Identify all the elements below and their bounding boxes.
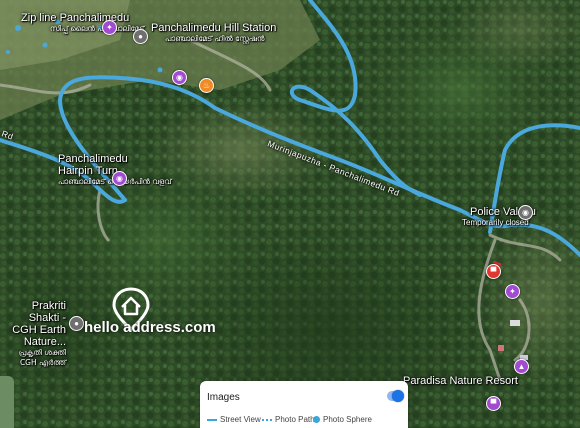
sphere-icon xyxy=(313,416,320,423)
place-label-paradisa: Paradisa Nature Resort xyxy=(403,375,518,387)
food-icon[interactable]: ♨ xyxy=(199,78,214,93)
hotel-icon[interactable]: ▀ xyxy=(486,396,501,411)
pin-icon[interactable]: ● xyxy=(69,316,84,331)
hotel-icon[interactable]: ▀ xyxy=(486,264,501,279)
camera-icon[interactable]: ◉ xyxy=(112,171,127,186)
watermark-text: hello address.com xyxy=(84,319,216,336)
pin-icon[interactable]: ● xyxy=(133,29,148,44)
place-label-zipline: Zip line Panchalimedu സിപ്പ് ലൈൻ പാഞ്ചാല… xyxy=(21,12,145,33)
place-label-prakriti-shakti: Prakriti Shakti - CGH Earth Nature... പ്… xyxy=(12,300,66,367)
legend-street-view: Street View xyxy=(207,415,261,424)
camera-icon[interactable]: ◉ xyxy=(518,205,533,220)
toggle-knob xyxy=(392,390,404,402)
activity-icon[interactable]: ✦ xyxy=(505,284,520,299)
map-control-edge[interactable] xyxy=(0,376,14,428)
viewpoint-icon[interactable]: ▲ xyxy=(514,359,529,374)
legend-photo-path: Photo Path xyxy=(262,415,315,424)
images-legend: Images Street View Photo Path Photo Sphe… xyxy=(200,381,408,428)
images-toggle[interactable] xyxy=(387,390,404,402)
line-icon xyxy=(207,418,217,421)
activity-icon[interactable]: ✦ xyxy=(102,20,117,35)
dotted-line-icon xyxy=(262,418,272,421)
watermark: hello address.com xyxy=(84,287,274,347)
legend-photo-sphere: Photo Sphere xyxy=(313,415,372,424)
legend-title: Images xyxy=(207,392,240,403)
camera-icon[interactable]: ◉ xyxy=(172,70,187,85)
place-label-hill-station: Panchalimedu Hill Station പാഞ്ചാലിമേട് ഹ… xyxy=(151,22,277,43)
